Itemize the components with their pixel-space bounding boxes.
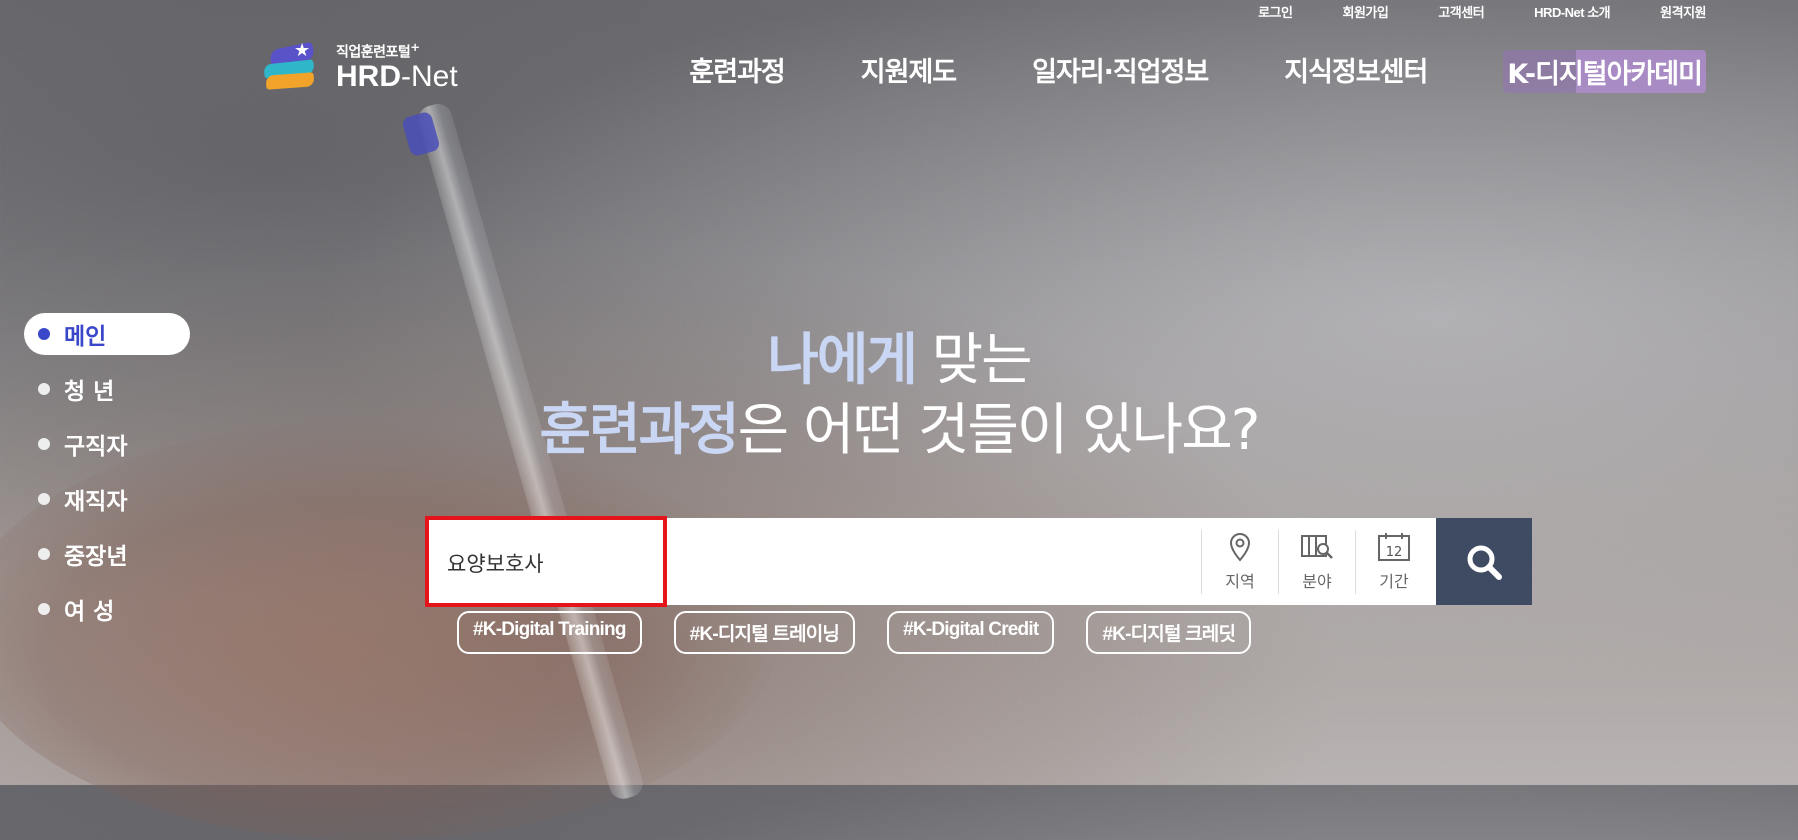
hashtag-k-digital-training-kr[interactable]: #K-디지털 트레이닝 [673, 611, 856, 654]
side-item-label: 중장년 [64, 544, 128, 570]
remote-support-link[interactable]: 원격지원 [1660, 2, 1706, 21]
signup-link[interactable]: 회원가입 [1342, 2, 1388, 21]
side-item-middle-aged[interactable]: 중장년 [24, 533, 190, 575]
hrd-net-logo[interactable]: ★ 직업훈련포털+ HRD-Net [262, 40, 458, 93]
highlight-box [425, 516, 667, 607]
side-item-women[interactable]: 여 성 [24, 588, 190, 630]
filter-field[interactable]: 분야 [1278, 530, 1355, 594]
search-button[interactable] [1436, 518, 1532, 605]
hashtag-k-digital-credit[interactable]: #K-Digital Credit [887, 611, 1055, 654]
logo-main-bold: HRD [336, 59, 401, 93]
nav-training-courses[interactable]: 훈련과정 [689, 50, 785, 93]
filter-period[interactable]: 12 기간 [1355, 530, 1432, 594]
hashtag-k-digital-training[interactable]: #K-Digital Training [457, 611, 642, 654]
filter-label: 기간 [1379, 572, 1409, 591]
logo-plus: + [410, 40, 420, 55]
logo-mark-icon: ★ [262, 40, 332, 92]
headline-line1-text: 맞는 [915, 328, 1033, 393]
bullet-icon [38, 493, 50, 505]
side-item-employed[interactable]: 재직자 [24, 478, 190, 520]
headline-line2-emphasis: 훈련과정 [539, 398, 740, 463]
hero-headline: 나에게 맞는 훈련과정은 어떤 것들이 있나요? [0, 326, 1798, 466]
hashtag-list: #K-Digital Training #K-디지털 트레이닝 #K-Digit… [457, 611, 1283, 654]
hashtag-k-digital-credit-kr[interactable]: #K-디지털 크레딧 [1086, 611, 1252, 654]
calendar-icon: 12 [1378, 533, 1410, 561]
location-pin-icon [1229, 532, 1251, 562]
course-search-bar: 지역 분야 12 기간 [425, 516, 1532, 607]
nav-support-system[interactable]: 지원제도 [861, 50, 957, 93]
login-link[interactable]: 로그인 [1258, 2, 1293, 21]
nav-knowledge-center[interactable]: 지식정보센터 [1284, 50, 1428, 93]
search-filters: 지역 분야 12 기간 [1201, 530, 1432, 594]
field-search-icon [1301, 535, 1333, 559]
logo-main-rest: -Net [401, 59, 458, 93]
headline-line1-emphasis: 나에게 [767, 328, 918, 393]
customer-center-link[interactable]: 고객센터 [1438, 2, 1484, 21]
main-nav: 훈련과정 지원제도 일자리·직업정보 지식정보센터 K-디지털아카데미 [613, 50, 1706, 93]
nav-k-digital-academy[interactable]: K-디지털아카데미 [1503, 50, 1706, 93]
nav-job-info[interactable]: 일자리·직업정보 [1032, 50, 1209, 93]
bullet-icon [38, 603, 50, 615]
search-icon [1467, 545, 1502, 580]
filter-region[interactable]: 지역 [1201, 530, 1278, 594]
filter-label: 지역 [1225, 572, 1255, 591]
utility-links: 로그인 회원가입 고객센터 HRD-Net 소개 원격지원 [1208, 2, 1706, 21]
about-link[interactable]: HRD-Net 소개 [1534, 2, 1610, 21]
bullet-icon [38, 548, 50, 560]
filter-label: 분야 [1302, 572, 1332, 591]
headline-line2-text: 은 어떤 것들이 있나요? [737, 398, 1261, 463]
side-item-label: 여 성 [64, 599, 115, 625]
calendar-icon-number: 12 [1386, 545, 1403, 560]
side-item-label: 재직자 [64, 489, 128, 515]
logo-subtitle: 직업훈련포털 [336, 44, 411, 61]
